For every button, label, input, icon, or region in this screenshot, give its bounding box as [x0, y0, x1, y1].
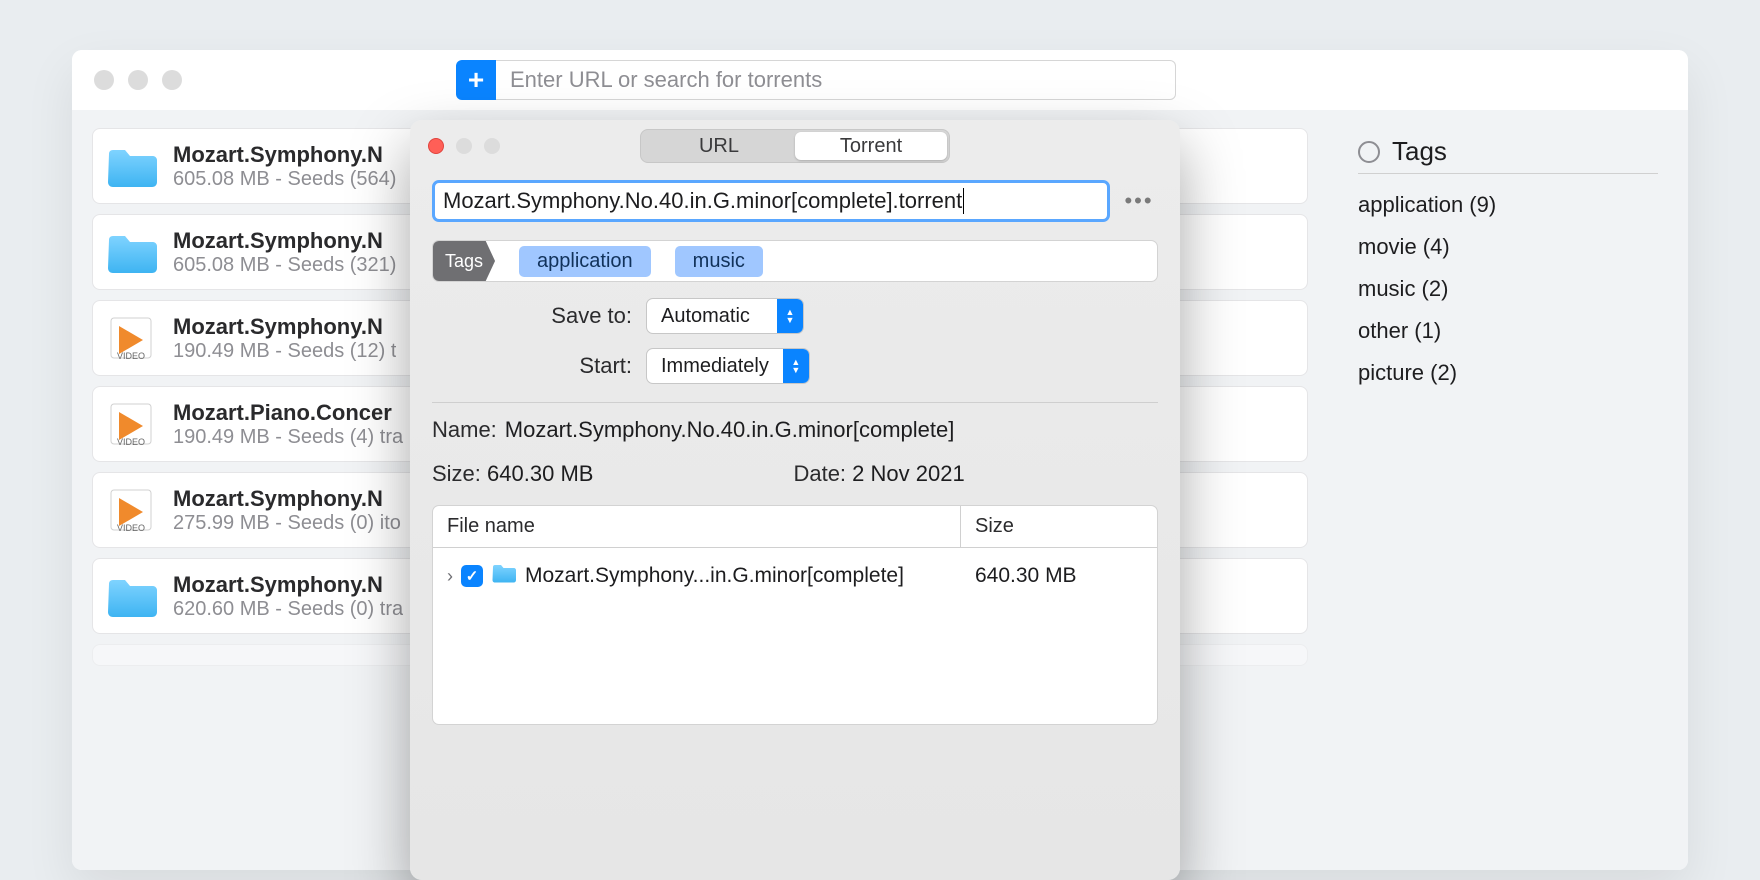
result-meta: 620.60 MB - Seeds (0) tra: [173, 598, 403, 621]
save-to-value: Automatic: [647, 305, 777, 328]
file-row-size: 640.30 MB: [961, 564, 1157, 588]
col-filename[interactable]: File name: [433, 506, 961, 547]
result-text: Mozart.Piano.Concer 190.49 MB - Seeds (4…: [173, 400, 403, 449]
filename-value: Mozart.Symphony.No.40.in.G.minor[complet…: [443, 188, 962, 214]
tags-heading: Tags: [1392, 136, 1447, 167]
select-stepper-icon: ▲▼: [783, 349, 809, 383]
checkbox-checked[interactable]: ✓: [461, 565, 483, 587]
tags-label: Tags: [433, 241, 495, 281]
size-label: Size:: [432, 461, 481, 486]
result-meta: 605.08 MB - Seeds (321): [173, 254, 396, 277]
filename-input[interactable]: Mozart.Symphony.No.40.in.G.minor[complet…: [432, 180, 1110, 222]
tags-panel: Tags application (9) movie (4) music (2)…: [1328, 110, 1688, 870]
result-meta: 190.49 MB - Seeds (4) tra: [173, 426, 403, 449]
video-icon: VIDEO: [105, 402, 157, 446]
modal-minimize-disabled: [456, 138, 472, 154]
divider: [432, 402, 1158, 403]
save-to-select[interactable]: Automatic ▲▼: [646, 298, 804, 334]
date-value: 2 Nov 2021: [852, 461, 965, 486]
tag-item[interactable]: application (9): [1358, 184, 1658, 226]
radio-icon[interactable]: [1358, 141, 1380, 163]
file-table-head: File name Size: [433, 506, 1157, 548]
select-stepper-icon: ▲▼: [777, 299, 803, 333]
titlebar: + Enter URL or search for torrents: [72, 50, 1688, 110]
tag-item[interactable]: movie (4): [1358, 226, 1658, 268]
traffic-light-zoom[interactable]: [162, 70, 182, 90]
tag-item[interactable]: music (2): [1358, 268, 1658, 310]
searchbar-wrap: + Enter URL or search for torrents: [456, 60, 1176, 100]
source-tabs: URL Torrent: [640, 129, 950, 163]
col-size[interactable]: Size: [961, 515, 1157, 538]
file-name-text: Mozart.Symphony...in.G.minor[complete]: [525, 564, 904, 588]
result-title: Mozart.Symphony.N: [173, 572, 403, 598]
filename-row: Mozart.Symphony.No.40.in.G.minor[complet…: [432, 180, 1158, 222]
disclosure-triangle-icon[interactable]: ›: [447, 566, 453, 587]
text-caret: [963, 188, 964, 214]
ellipsis-icon: •••: [1124, 188, 1153, 214]
tag-chip[interactable]: music: [675, 246, 763, 277]
file-row[interactable]: › ✓ Mozart.Symphony...in.G.minor[complet…: [433, 548, 1157, 604]
more-button[interactable]: •••: [1120, 185, 1158, 217]
save-to-row: Save to: Automatic ▲▼: [432, 298, 1158, 334]
size-value: 640.30 MB: [487, 461, 593, 486]
folder-icon: [105, 230, 157, 274]
result-title: Mozart.Symphony.N: [173, 228, 396, 254]
result-meta: 605.08 MB - Seeds (564): [173, 168, 396, 191]
video-icon: VIDEO: [105, 488, 157, 532]
result-text: Mozart.Symphony.N 605.08 MB - Seeds (321…: [173, 228, 396, 277]
form-rows: Save to: Automatic ▲▼ Start: Immediately…: [432, 298, 1158, 384]
modal-close-button[interactable]: [428, 138, 444, 154]
result-meta: 275.99 MB - Seeds (0) ito: [173, 512, 401, 535]
result-title: Mozart.Symphony.N: [173, 486, 401, 512]
result-text: Mozart.Symphony.N 190.49 MB - Seeds (12)…: [173, 314, 396, 363]
tag-item[interactable]: other (1): [1358, 310, 1658, 352]
date-label: Date:: [793, 461, 846, 486]
folder-icon: [105, 574, 157, 618]
result-meta: 190.49 MB - Seeds (12) t: [173, 340, 396, 363]
add-torrent-modal: URL Torrent Mozart.Symphony.No.40.in.G.m…: [410, 120, 1180, 880]
modal-zoom-disabled: [484, 138, 500, 154]
tags-header: Tags: [1358, 136, 1658, 174]
start-label: Start:: [432, 353, 632, 379]
video-icon: VIDEO: [105, 316, 157, 360]
svg-text:VIDEO: VIDEO: [117, 437, 145, 446]
add-button[interactable]: +: [456, 60, 496, 100]
tag-chip[interactable]: application: [519, 246, 651, 277]
tag-item[interactable]: picture (2): [1358, 352, 1658, 394]
tab-url[interactable]: URL: [643, 132, 795, 160]
result-title: Mozart.Piano.Concer: [173, 400, 403, 426]
start-row: Start: Immediately ▲▼: [432, 348, 1158, 384]
name-label: Name:: [432, 417, 497, 443]
result-text: Mozart.Symphony.N 275.99 MB - Seeds (0) …: [173, 486, 401, 535]
result-title: Mozart.Symphony.N: [173, 314, 396, 340]
size-date-row: Size: 640.30 MB Date: 2 Nov 2021: [432, 461, 1158, 487]
start-select[interactable]: Immediately ▲▼: [646, 348, 810, 384]
search-input[interactable]: Enter URL or search for torrents: [496, 60, 1176, 100]
file-table: File name Size › ✓ Mozart.Symphony...in.…: [432, 505, 1158, 725]
folder-icon: [105, 144, 157, 188]
traffic-light-close[interactable]: [94, 70, 114, 90]
file-row-name: › ✓ Mozart.Symphony...in.G.minor[complet…: [433, 562, 961, 590]
modal-titlebar: URL Torrent: [410, 120, 1180, 172]
svg-text:VIDEO: VIDEO: [117, 351, 145, 360]
name-row: Name: Mozart.Symphony.No.40.in.G.minor[c…: [432, 417, 1158, 443]
start-value: Immediately: [647, 355, 783, 378]
folder-icon: [491, 562, 517, 590]
result-text: Mozart.Symphony.N 605.08 MB - Seeds (564…: [173, 142, 396, 191]
result-text: Mozart.Symphony.N 620.60 MB - Seeds (0) …: [173, 572, 403, 621]
save-to-label: Save to:: [432, 303, 632, 329]
plus-icon: +: [468, 64, 484, 96]
tab-torrent[interactable]: Torrent: [795, 132, 947, 160]
result-title: Mozart.Symphony.N: [173, 142, 396, 168]
search-placeholder: Enter URL or search for torrents: [510, 67, 822, 93]
modal-content: Mozart.Symphony.No.40.in.G.minor[complet…: [410, 172, 1180, 725]
name-value: Mozart.Symphony.No.40.in.G.minor[complet…: [505, 417, 955, 443]
tags-input[interactable]: Tags application music: [432, 240, 1158, 282]
svg-text:VIDEO: VIDEO: [117, 523, 145, 532]
traffic-light-minimize[interactable]: [128, 70, 148, 90]
